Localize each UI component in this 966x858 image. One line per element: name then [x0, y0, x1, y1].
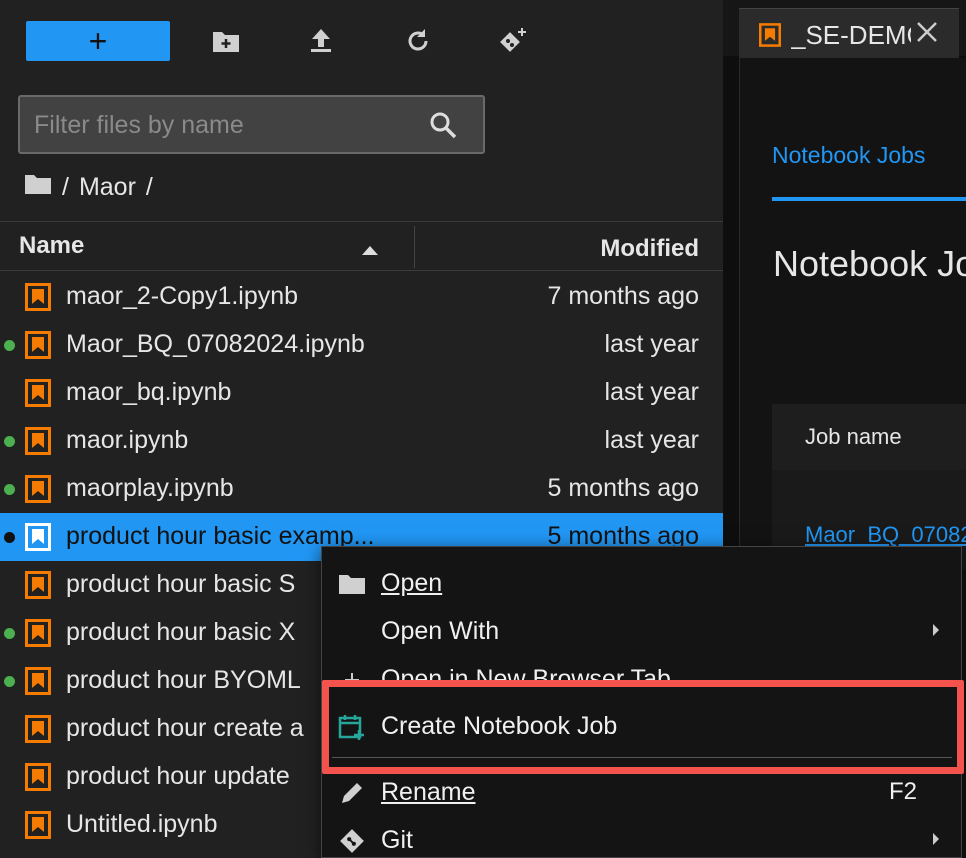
menu-item-rename[interactable]: Rename F2: [322, 768, 963, 816]
file-name: product hour BYOML: [66, 666, 301, 694]
breadcrumb: / Maor /: [24, 170, 153, 204]
folder-icon: [338, 570, 366, 598]
menu-item-open[interactable]: Open: [322, 559, 963, 607]
jobs-table-header: Job name: [772, 404, 966, 470]
folder-icon[interactable]: [24, 173, 52, 202]
file-name: maor.ipynb: [66, 426, 189, 454]
notebook-icon: [25, 619, 51, 647]
sort-ascending-icon: [361, 242, 379, 260]
menu-item-label: Git: [381, 826, 413, 854]
file-name: maor_bq.ipynb: [66, 378, 232, 406]
file-name: product hour basic S: [66, 570, 296, 598]
chevron-right-icon: [931, 622, 941, 643]
tab-notebook-jobs[interactable]: Notebook Jobs: [772, 142, 925, 169]
breadcrumb-folder-maor[interactable]: Maor: [79, 173, 136, 202]
menu-item-shortcut: F2: [888, 778, 917, 805]
file-modified: last year: [604, 426, 699, 454]
git-clone-icon[interactable]: [498, 26, 528, 56]
file-name: product hour basic X: [66, 618, 296, 646]
column-resize-handle[interactable]: [414, 226, 415, 268]
upload-icon[interactable]: [306, 26, 336, 56]
notebook-icon: [25, 571, 51, 599]
notebook-icon: [759, 23, 781, 52]
file-name: maor_2-Copy1.ipynb: [66, 282, 299, 310]
file-modified: 5 months ago: [547, 474, 700, 502]
running-indicator: [4, 436, 15, 447]
running-indicator: [4, 676, 15, 687]
notebook-icon: [25, 763, 51, 791]
notebook-icon: [25, 379, 51, 407]
new-folder-icon[interactable]: [211, 26, 241, 56]
search-icon: [429, 111, 457, 144]
running-indicator: [4, 340, 15, 351]
filter-files-input[interactable]: [34, 107, 424, 143]
file-modified: 7 months ago: [547, 282, 700, 310]
menu-item-git[interactable]: Git: [322, 816, 963, 858]
page-title: Notebook Jobs: [773, 243, 966, 284]
file-row[interactable]: maor.ipynb last year: [0, 417, 723, 465]
column-name-header[interactable]: Name: [19, 232, 84, 260]
active-tab-indicator: [772, 197, 966, 201]
job-name-link[interactable]: Maor_BQ_07082024: [805, 522, 966, 548]
plus-icon: +: [88, 23, 108, 59]
file-name: Untitled.ipynb: [66, 810, 218, 838]
breadcrumb-separator: /: [145, 172, 153, 201]
file-name: product hour update: [66, 762, 290, 790]
file-name: product hour create a: [66, 714, 304, 742]
new-launcher-button[interactable]: +: [26, 21, 170, 61]
notebook-icon: [25, 427, 51, 455]
highlight-annotation: [322, 680, 964, 774]
file-browser-toolbar: +: [0, 0, 723, 84]
git-icon: [338, 827, 366, 855]
breadcrumb-separator: /: [62, 172, 69, 201]
column-job-name[interactable]: Job name: [805, 424, 902, 450]
tab-bar: _SE-DEMO: [723, 0, 966, 58]
menu-item-label: Open: [381, 569, 443, 597]
notebook-icon: [25, 331, 51, 359]
running-indicator: [4, 628, 15, 639]
menu-item-open-with[interactable]: Open With: [322, 607, 963, 655]
file-row[interactable]: Maor_BQ_07082024.ipynb last year: [0, 321, 723, 369]
close-icon[interactable]: [914, 19, 940, 50]
notebook-icon: [25, 523, 51, 551]
running-indicator: [4, 532, 15, 543]
notebook-icon: [25, 283, 51, 311]
notebook-icon: [25, 475, 51, 503]
running-indicator: [4, 484, 15, 495]
tab-label: _SE-DEMO: [791, 20, 911, 50]
file-row[interactable]: maor_2-Copy1.ipynb 7 months ago: [0, 273, 723, 321]
file-modified: last year: [604, 378, 699, 406]
notebook-icon: [25, 667, 51, 695]
file-row[interactable]: maorplay.ipynb 5 months ago: [0, 465, 723, 513]
column-modified-header[interactable]: Modified: [600, 235, 699, 263]
chevron-right-icon: [931, 831, 941, 852]
file-name: Maor_BQ_07082024.ipynb: [66, 330, 365, 358]
file-name: maorplay.ipynb: [66, 474, 234, 502]
filter-files-box: [18, 95, 485, 154]
menu-item-label: Rename: [381, 778, 476, 806]
file-row[interactable]: maor_bq.ipynb last year: [0, 369, 723, 417]
refresh-icon[interactable]: [403, 26, 433, 56]
pencil-icon: [338, 779, 366, 807]
notebook-icon: [25, 715, 51, 743]
notebook-icon: [25, 811, 51, 839]
file-modified: last year: [604, 330, 699, 358]
tab-se-demo[interactable]: _SE-DEMO: [739, 8, 959, 58]
file-list-header: Name Modified: [0, 221, 723, 271]
menu-item-label: Open With: [381, 617, 500, 645]
